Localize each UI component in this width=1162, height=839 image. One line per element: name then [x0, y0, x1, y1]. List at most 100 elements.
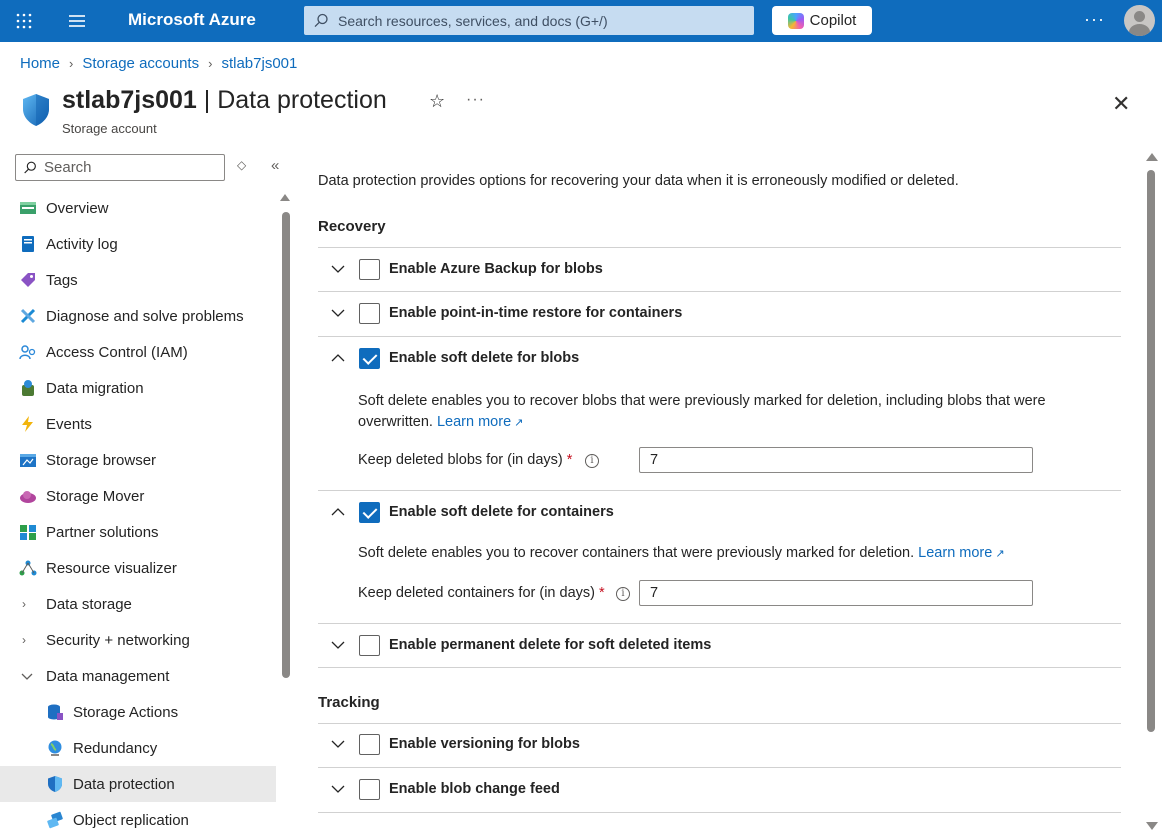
soft-delete-blobs-description: Soft delete enables you to recover blobs… [358, 393, 1046, 430]
keep-blobs-label: Keep deleted blobs for (in days) * [358, 452, 573, 468]
sidebar-scrollbar[interactable] [282, 212, 290, 678]
versioning-row[interactable]: Enable versioning for blobs [318, 724, 1121, 764]
sidebar-item-redundancy[interactable]: Redundancy [0, 730, 276, 766]
favorite-star-icon[interactable]: ☆ [429, 91, 445, 112]
main-scroll-up-icon[interactable] [1146, 153, 1158, 161]
chevron-down-icon[interactable] [331, 638, 345, 652]
sidebar-group-data-storage[interactable]: › Data storage [0, 586, 276, 622]
chevron-down-icon[interactable] [331, 262, 345, 276]
copilot-icon [787, 12, 804, 29]
chevron-up-icon[interactable] [331, 351, 345, 365]
change-feed-row[interactable]: Enable blob change feed [318, 769, 1121, 809]
breadcrumb-home[interactable]: Home [20, 55, 60, 72]
globe-icon [48, 740, 62, 756]
more-options-icon[interactable]: ··· [1084, 9, 1105, 30]
storage-actions-icon [48, 704, 63, 720]
keep-containers-label: Keep deleted containers for (in days) * [358, 585, 605, 601]
azure-backup-row[interactable]: Enable Azure Backup for blobs [318, 249, 1121, 289]
info-icon[interactable]: i [585, 454, 599, 468]
sidebar-search-input[interactable]: Search [15, 154, 225, 181]
sidebar-item-data-protection[interactable]: Data protection [0, 766, 276, 802]
learn-more-link[interactable]: Learn more ↗ [918, 545, 1004, 561]
chevron-down-icon[interactable] [331, 737, 345, 751]
versioning-checkbox[interactable] [359, 733, 380, 755]
app-launcher-icon[interactable] [14, 11, 34, 31]
collapse-sidebar-icon[interactable]: « [271, 157, 279, 174]
chevron-down-icon[interactable] [331, 782, 345, 796]
sidebar-group-data-management[interactable]: Data management [0, 658, 276, 694]
learn-more-link[interactable]: Learn more ↗ [437, 414, 523, 430]
azure-backup-checkbox[interactable] [359, 258, 380, 280]
sidebar-item-storage-mover[interactable]: Storage Mover [0, 478, 276, 514]
sidebar-item-activity-log[interactable]: Activity log [0, 226, 276, 262]
sidebar-item-object-replication[interactable]: Object replication [0, 802, 276, 838]
page-title: stlab7js001 | Data protection [62, 86, 387, 115]
top-bar: Microsoft Azure Search resources, servic… [0, 0, 1162, 42]
more-actions-icon[interactable]: ··· [466, 91, 485, 109]
breadcrumb-storage-account[interactable]: stlab7js001 [221, 55, 297, 72]
search-icon [314, 13, 328, 27]
soft-delete-containers-description: Soft delete enables you to recover conta… [358, 545, 1005, 561]
sidebar-item-storage-actions[interactable]: Storage Actions [0, 694, 276, 730]
sidebar-search-placeholder: Search [44, 159, 92, 176]
change-feed-checkbox[interactable] [359, 778, 380, 800]
keep-containers-days-input[interactable]: 7 [639, 580, 1033, 606]
permanent-delete-checkbox[interactable] [359, 634, 380, 656]
chevron-down-icon[interactable] [331, 306, 345, 320]
keep-blobs-days-input[interactable]: 7 [639, 447, 1033, 473]
soft-delete-containers-checkbox[interactable] [359, 501, 380, 523]
brand-title[interactable]: Microsoft Azure [128, 10, 256, 30]
chevron-right-icon: › [22, 597, 26, 611]
permanent-delete-row[interactable]: Enable permanent delete for soft deleted… [318, 625, 1121, 665]
migration-icon [22, 380, 34, 396]
sidebar-item-overview[interactable]: Overview [0, 190, 276, 226]
recovery-section-title: Recovery [318, 218, 386, 235]
replication-icon [47, 811, 63, 829]
overview-icon [20, 202, 36, 214]
breadcrumb: Home › Storage accounts › stlab7js001 [20, 55, 297, 72]
expand-collapse-icon[interactable]: ◇ [237, 158, 246, 172]
wrench-icon [20, 308, 36, 324]
tag-icon [21, 273, 35, 287]
sidebar-item-partner-solutions[interactable]: Partner solutions [0, 514, 276, 550]
external-link-icon: ↗ [514, 417, 524, 429]
sidebar-item-tags[interactable]: Tags [0, 262, 276, 298]
shield-icon [48, 776, 62, 792]
main-scroll-down-icon[interactable] [1146, 822, 1158, 830]
chevron-up-icon[interactable] [331, 505, 345, 519]
soft-delete-blobs-row[interactable]: Enable soft delete for blobs [318, 338, 1121, 378]
sidebar-scroll-up-icon[interactable] [280, 194, 290, 201]
chevron-right-icon: › [22, 633, 26, 647]
pitr-row[interactable]: Enable point-in-time restore for contain… [318, 293, 1121, 333]
close-icon[interactable]: ✕ [1112, 91, 1130, 117]
sidebar-item-data-migration[interactable]: Data migration [0, 370, 276, 406]
visualizer-icon [19, 560, 37, 576]
sidebar-group-security-networking[interactable]: › Security + networking [0, 622, 276, 658]
global-search-placeholder: Search resources, services, and docs (G+… [338, 12, 608, 29]
soft-delete-containers-row[interactable]: Enable soft delete for containers [318, 492, 1121, 532]
storage-browser-icon [20, 454, 36, 467]
breadcrumb-storage-accounts[interactable]: Storage accounts [82, 55, 199, 72]
main-scrollbar[interactable] [1147, 170, 1155, 732]
sidebar-item-storage-browser[interactable]: Storage browser [0, 442, 276, 478]
sidebar-item-diagnose[interactable]: Diagnose and solve problems [0, 298, 276, 334]
info-icon[interactable]: i [616, 587, 630, 601]
soft-delete-blobs-checkbox[interactable] [359, 347, 380, 369]
sidebar-nav: Overview Activity log Tags Diagnose and … [0, 190, 276, 838]
copilot-button[interactable]: Copilot [772, 6, 872, 35]
global-search-input[interactable]: Search resources, services, and docs (G+… [304, 6, 754, 35]
search-icon [24, 161, 36, 173]
people-icon [19, 345, 36, 360]
sidebar-item-events[interactable]: Events [0, 406, 276, 442]
sidebar-item-resource-visualizer[interactable]: Resource visualizer [0, 550, 276, 586]
activity-log-icon [22, 236, 34, 252]
shield-icon [23, 94, 49, 126]
chevron-right-icon: › [208, 56, 213, 71]
sidebar-item-iam[interactable]: Access Control (IAM) [0, 334, 276, 370]
user-avatar[interactable] [1124, 5, 1155, 36]
external-link-icon: ↗ [995, 548, 1005, 560]
page-subtitle: Storage account [62, 121, 157, 136]
chevron-right-icon: › [69, 56, 74, 71]
pitr-checkbox[interactable] [359, 302, 380, 324]
hamburger-menu-icon[interactable] [68, 13, 86, 29]
